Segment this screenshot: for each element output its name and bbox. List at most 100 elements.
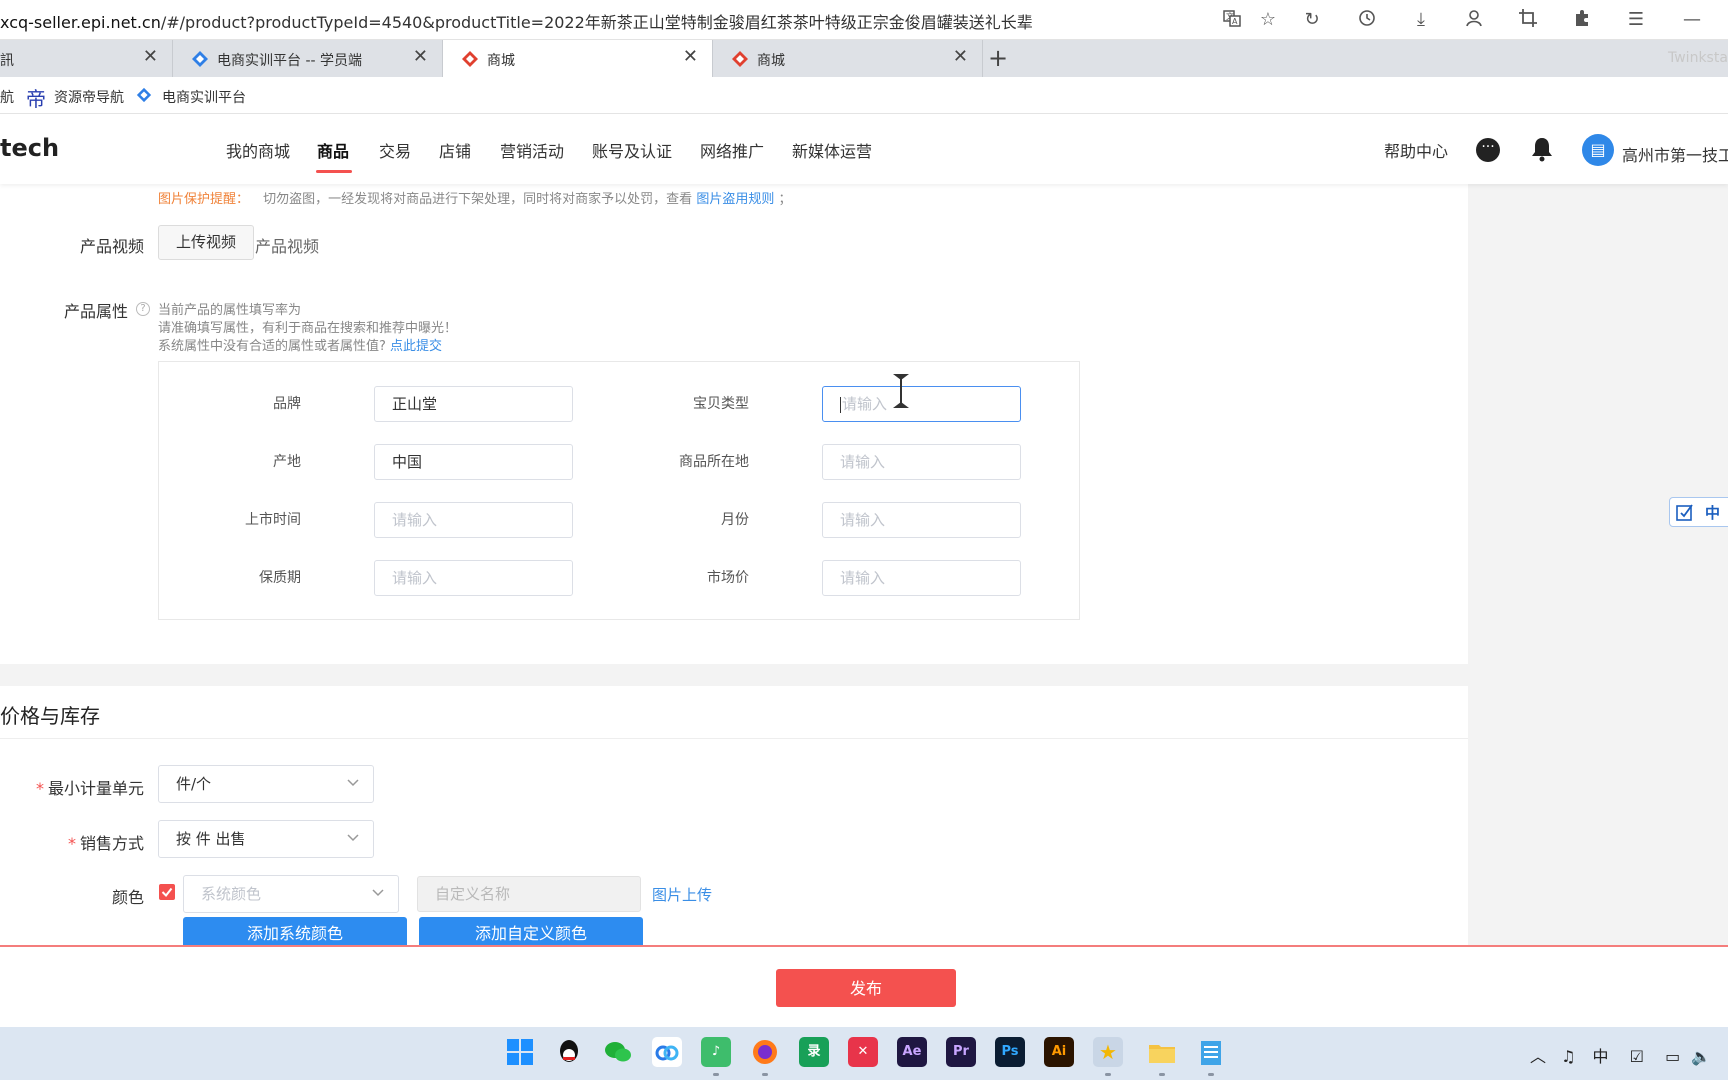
bookmark-item[interactable]: 航 <box>0 87 14 107</box>
star-bookmark-icon[interactable]: ☆ <box>1256 8 1280 32</box>
checkbox-tray-icon[interactable]: ☑ <box>1630 1047 1644 1066</box>
nav-store[interactable]: 店铺 <box>439 138 471 162</box>
custom-color-name-input[interactable]: 自定义名称 <box>417 876 641 912</box>
di-logo-icon: 帝 <box>26 87 46 111</box>
chevron-up-icon[interactable]: ︿ <box>1530 1047 1546 1066</box>
url-host: xcq-seller.epi.net.cn <box>0 13 161 32</box>
publish-button[interactable]: 发布 <box>776 969 956 1007</box>
chat-icon[interactable]: ··· <box>1476 138 1500 162</box>
qq-icon[interactable] <box>554 1037 584 1067</box>
image-upload-link[interactable]: 图片上传 <box>652 884 712 905</box>
network-icon[interactable]: ▭ <box>1665 1047 1680 1066</box>
illustrator-icon[interactable]: Ai <box>1044 1037 1074 1067</box>
volume-icon[interactable]: 🔈 <box>1691 1047 1711 1066</box>
system-color-select[interactable]: 系统颜色 <box>183 875 399 913</box>
image-theft-rules-link[interactable]: 图片盗用规则 <box>696 192 774 207</box>
download-icon[interactable]: ⤓ <box>1409 8 1433 32</box>
min-unit-label-text: 最小计量单元 <box>47 779 144 798</box>
history-icon[interactable] <box>1355 8 1379 32</box>
plus-icon[interactable]: + <box>988 44 1008 72</box>
tab-3[interactable]: 商城 ✕ <box>713 40 983 77</box>
nav-my-mall[interactable]: 我的商城 <box>226 138 290 162</box>
attr-type-input[interactable]: 请输入 <box>822 386 1021 422</box>
tab-1[interactable]: 电商实训平台 -- 学员端 ✕ <box>173 40 443 77</box>
menu-icon[interactable]: ☰ <box>1624 8 1648 32</box>
music-icon[interactable]: ♪ <box>701 1037 731 1067</box>
nav-trade[interactable]: 交易 <box>379 138 411 162</box>
attr-launch-input[interactable]: 请输入 <box>374 502 573 538</box>
attr-month-input[interactable]: 请输入 <box>822 502 1021 538</box>
tab-title: 訊 <box>0 53 14 69</box>
photoshop-icon[interactable]: Ps <box>995 1037 1025 1067</box>
shop-avatar-icon[interactable]: ▤ <box>1582 134 1614 166</box>
url-path: /#/product?productTypeId=4540&productTit… <box>160 13 1033 32</box>
nav-marketing[interactable]: 营销活动 <box>500 138 564 162</box>
nav-products[interactable]: 商品 <box>317 138 349 162</box>
close-icon[interactable]: ✕ <box>143 47 158 67</box>
checkmark-icon <box>161 887 173 898</box>
bookmark-item[interactable]: 电商实训平台 <box>162 87 246 107</box>
reload-icon[interactable]: ↻ <box>1300 8 1324 32</box>
bookmark-item[interactable]: 资源帝导航 <box>54 87 124 107</box>
chevron-down-icon <box>372 889 384 897</box>
help-icon[interactable]: ? <box>136 302 150 316</box>
premiere-icon[interactable]: Pr <box>946 1037 976 1067</box>
submit-attribute-link[interactable]: 点此提交 <box>390 339 442 354</box>
tab-0[interactable]: 訊 ✕ <box>0 40 173 77</box>
tab-right-label: Twinksta <box>1668 50 1728 66</box>
xmind-icon[interactable]: ✕ <box>848 1037 878 1067</box>
music-tray-icon[interactable]: ♫ <box>1561 1047 1575 1066</box>
attr-market-price-input[interactable]: 请输入 <box>822 560 1021 596</box>
attr-shelf-life-input[interactable]: 请输入 <box>374 560 573 596</box>
tab-title: 电商实训平台 -- 学员端 <box>217 53 363 69</box>
attr-origin-input[interactable]: 中国 <box>374 444 573 480</box>
add-system-color-button[interactable]: 添加系统颜色 <box>183 917 407 947</box>
ime-indicator[interactable]: 中 <box>1593 1047 1609 1066</box>
star-app-icon[interactable]: ★ <box>1093 1037 1123 1067</box>
baidu-netdisk-icon[interactable] <box>652 1037 682 1067</box>
notepad-icon[interactable] <box>1196 1037 1226 1067</box>
site-logo[interactable]: tech <box>0 134 59 162</box>
close-icon[interactable]: ✕ <box>683 47 698 67</box>
ime-float-widget[interactable]: 中 <box>1669 497 1728 527</box>
attributes-submit-hint: 系统属性中没有合适的属性或者属性值? 点此提交 <box>158 335 442 354</box>
image-protect-notice: 图片保护提醒： 切勿盗图，一经发现将对商品进行下架处理，同时将对商家予以处罚，查… <box>158 188 791 207</box>
price-stock-title: 价格与库存 <box>0 704 100 728</box>
color-checkbox[interactable] <box>159 884 175 900</box>
extensions-icon[interactable] <box>1570 8 1594 32</box>
sale-mode-select[interactable]: 按 件 出售 <box>158 820 374 858</box>
bell-icon[interactable] <box>1530 136 1554 162</box>
after-effects-icon[interactable]: Ae <box>897 1037 927 1067</box>
attr-brand-input[interactable]: 正山堂 <box>374 386 573 422</box>
crop-screenshot-icon[interactable] <box>1516 8 1540 32</box>
close-icon[interactable]: ✕ <box>413 47 428 67</box>
min-unit-value: 件/个 <box>176 775 212 793</box>
upload-video-button[interactable]: 上传视频 <box>158 225 254 260</box>
nav-promotion[interactable]: 网络推广 <box>700 138 764 162</box>
min-unit-label: * 最小计量单元 <box>35 779 144 798</box>
wechat-icon[interactable] <box>603 1037 633 1067</box>
url-field[interactable]: xcq-seller.epi.net.cn/#/product?productT… <box>0 9 1033 33</box>
right-gutter <box>1468 184 1728 944</box>
section-divider <box>0 738 1468 739</box>
translate-icon[interactable]: 文A <box>1220 8 1244 32</box>
minimize-icon[interactable]: — <box>1680 8 1704 32</box>
chevron-down-icon <box>347 834 359 842</box>
nav-account[interactable]: 账号及认证 <box>592 138 672 162</box>
tab-2[interactable]: 商城 ✕ <box>443 40 713 77</box>
profile-icon[interactable] <box>1462 8 1486 32</box>
ibeam-cursor-icon <box>893 374 909 408</box>
help-center-link[interactable]: 帮助中心 <box>1384 138 1448 162</box>
close-icon[interactable]: ✕ <box>953 47 968 67</box>
windows-start-icon[interactable] <box>505 1037 535 1067</box>
sale-mode-value: 按 件 出售 <box>176 830 246 848</box>
firefox-icon[interactable] <box>750 1037 780 1067</box>
shop-name[interactable]: 高州市第一技工 <box>1622 142 1728 166</box>
nav-new-media[interactable]: 新媒体运营 <box>792 138 872 162</box>
attr-location-input[interactable]: 请输入 <box>822 444 1021 480</box>
min-unit-select[interactable]: 件/个 <box>158 765 374 803</box>
recorder-icon[interactable]: 录 <box>799 1037 829 1067</box>
site-header: tech 我的商城 商品 交易 店铺 营销活动 账号及认证 网络推广 新媒体运营… <box>0 114 1728 184</box>
file-explorer-icon[interactable] <box>1147 1037 1177 1067</box>
add-custom-color-button[interactable]: 添加自定义颜色 <box>419 917 643 947</box>
